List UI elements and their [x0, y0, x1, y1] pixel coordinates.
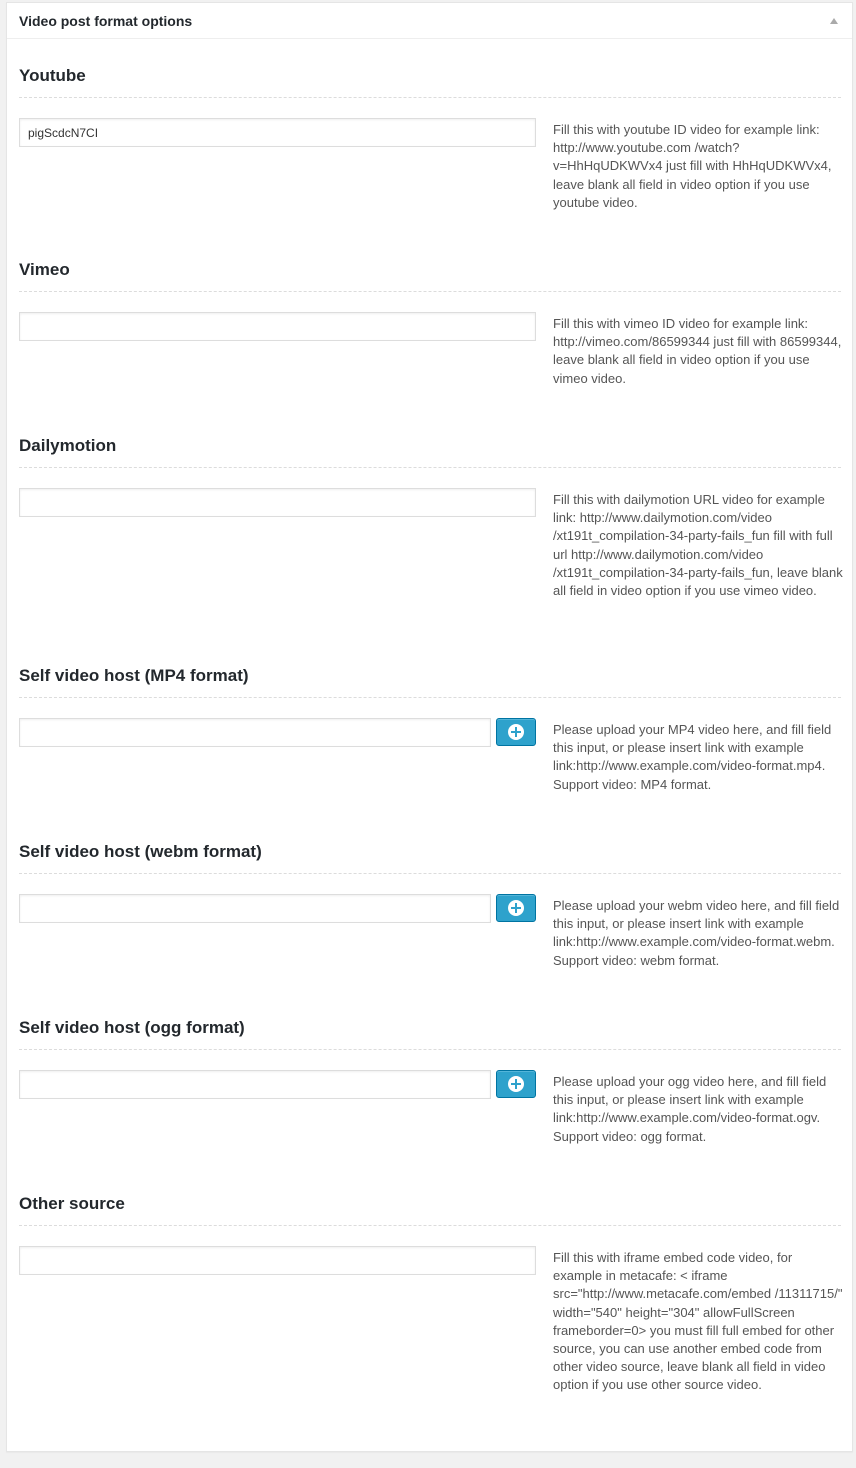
field-label: Dailymotion: [19, 436, 117, 455]
metabox-title: Video post format options: [19, 12, 193, 29]
field-description: Please upload your webm video here, and …: [553, 898, 840, 968]
toggle-panel-icon[interactable]: [830, 17, 838, 24]
mp4-upload-button[interactable]: [496, 718, 536, 746]
field-description: Please upload your MP4 video here, and f…: [553, 722, 832, 792]
field-self-host-mp4: Self video host (MP4 format) Please uplo…: [19, 665, 841, 792]
mp4-url-input[interactable]: [19, 718, 491, 747]
field-label: Self video host (webm format): [19, 842, 262, 861]
metabox-header[interactable]: Video post format options: [7, 3, 852, 39]
divider: [19, 1049, 841, 1050]
field-other-source: Other source Fill this with iframe embed…: [19, 1193, 842, 1392]
field-description: Fill this with iframe embed code video, …: [553, 1250, 843, 1393]
plus-circle-icon: [508, 900, 524, 916]
field-label: Other source: [19, 1194, 125, 1213]
field-self-host-webm: Self video host (webm format) Please upl…: [19, 841, 841, 968]
field-dailymotion: Dailymotion Fill this with dailymotion U…: [19, 435, 843, 598]
field-label: Self video host (MP4 format): [19, 666, 249, 685]
divider: [19, 873, 841, 874]
webm-upload-button[interactable]: [496, 894, 536, 922]
field-label: Youtube: [19, 66, 86, 85]
divider: [19, 467, 841, 468]
field-description: Fill this with dailymotion URL video for…: [553, 492, 843, 599]
field-description: Please upload your ogg video here, and f…: [553, 1074, 827, 1144]
divider: [19, 291, 841, 292]
youtube-id-input[interactable]: [19, 118, 536, 147]
video-options-metabox: Video post format options Youtube Fill t…: [6, 2, 853, 1452]
divider: [19, 97, 841, 98]
ogg-upload-button[interactable]: [496, 1070, 536, 1098]
webm-url-input[interactable]: [19, 894, 491, 923]
divider: [19, 697, 841, 698]
field-self-host-ogg: Self video host (ogg format) Please uplo…: [19, 1017, 841, 1144]
embed-code-input[interactable]: [19, 1246, 536, 1275]
plus-circle-icon: [508, 1076, 524, 1092]
divider: [19, 1225, 841, 1226]
ogg-url-input[interactable]: [19, 1070, 491, 1099]
plus-circle-icon: [508, 724, 524, 740]
field-description: Fill this with vimeo ID video for exampl…: [553, 316, 842, 386]
field-description: Fill this with youtube ID video for exam…: [553, 122, 832, 210]
field-label: Vimeo: [19, 260, 70, 279]
field-youtube: Youtube Fill this with youtube ID video …: [19, 65, 841, 210]
dailymotion-url-input[interactable]: [19, 488, 536, 517]
field-label: Self video host (ogg format): [19, 1018, 245, 1037]
vimeo-id-input[interactable]: [19, 312, 536, 341]
field-vimeo: Vimeo Fill this with vimeo ID video for …: [19, 259, 841, 386]
